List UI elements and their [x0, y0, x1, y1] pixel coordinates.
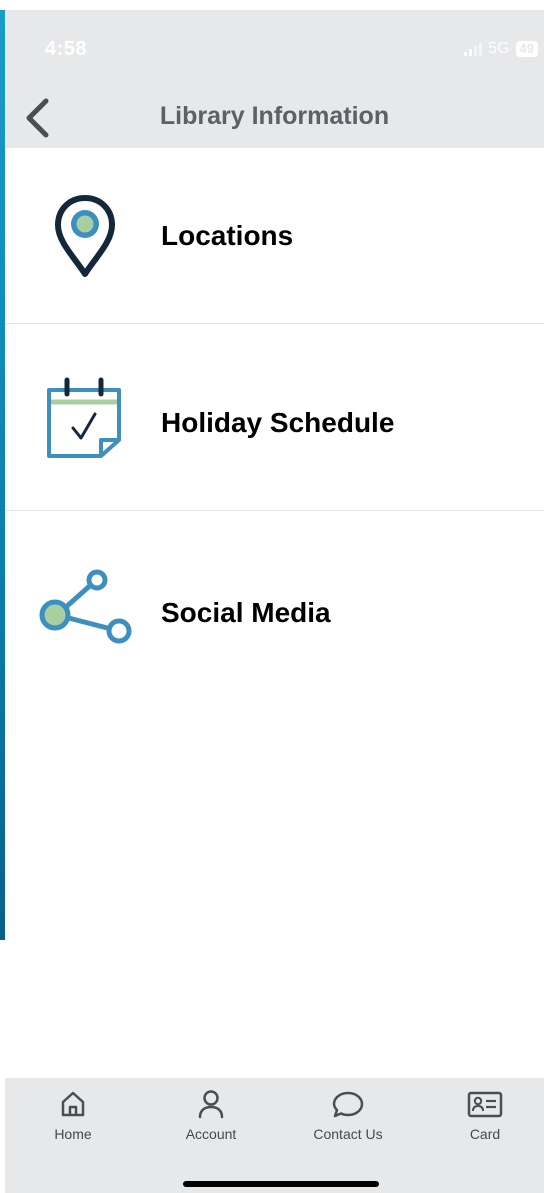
tab-home[interactable]: Home [18, 1088, 128, 1142]
chat-bubble-icon [332, 1091, 364, 1118]
tab-card[interactable]: Card [430, 1088, 540, 1142]
menu-list: Locations Holiday Schedule Social Media [5, 148, 544, 686]
page-title: Library Information [159, 102, 390, 130]
id-card-icon [467, 1091, 503, 1118]
status-indicators: 5G 49 [464, 40, 538, 58]
signal-icon [464, 42, 483, 56]
tab-account[interactable]: Account [156, 1088, 266, 1142]
bottom-tab-bar: Home Account Contact Us Card [5, 1078, 544, 1193]
location-pin-icon [35, 186, 135, 286]
menu-item-social-media[interactable]: Social Media [5, 511, 544, 686]
menu-item-holiday-schedule[interactable]: Holiday Schedule [5, 324, 544, 511]
app-screen: 4:58 5G 49 Library Information Locations… [0, 0, 544, 1193]
menu-item-locations[interactable]: Locations [5, 148, 544, 324]
navigation-bar: Library Information [5, 90, 544, 148]
tab-contact-us[interactable]: Contact Us [293, 1088, 403, 1142]
person-icon [198, 1090, 224, 1119]
calendar-check-icon [35, 368, 135, 468]
share-icon [35, 559, 135, 659]
home-indicator [183, 1181, 379, 1187]
top-area: 4:58 5G 49 Library Information [5, 10, 544, 148]
menu-item-label: Locations [161, 220, 294, 251]
tab-label: Contact Us [313, 1126, 383, 1142]
menu-item-label: Social Media [161, 597, 331, 628]
status-bar: 4:58 5G 49 [5, 10, 544, 90]
tab-label: Card [469, 1126, 501, 1142]
home-icon [61, 1091, 85, 1117]
status-time: 4:58 [45, 38, 88, 60]
tab-label: Home [54, 1126, 92, 1142]
battery-icon: 49 [515, 41, 538, 57]
network-type: 5G [488, 40, 510, 57]
menu-item-label: Holiday Schedule [161, 407, 395, 438]
tab-label: Account [185, 1126, 237, 1142]
